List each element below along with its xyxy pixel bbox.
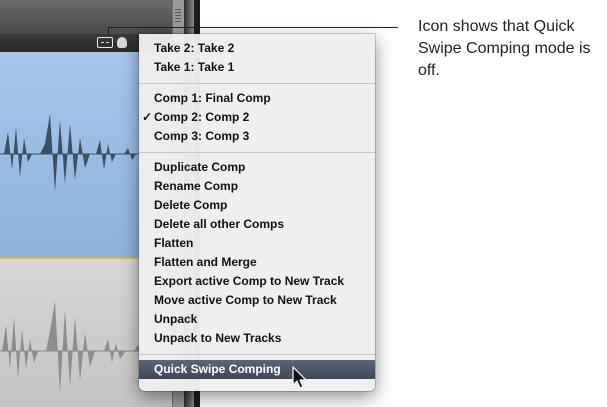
menu-item-comp-1[interactable]: Comp 1: Final Comp: [139, 89, 375, 108]
menu-item-label: Comp 1: Final Comp: [154, 91, 271, 105]
menu-item-label: Export active Comp to New Track: [154, 274, 345, 288]
mouse-pointer-icon: [292, 366, 307, 389]
menu-item-label: Delete Comp: [154, 198, 228, 212]
track-header-bar: [0, 0, 185, 34]
menu-item-take-2[interactable]: Take 2: Take 2: [139, 39, 375, 58]
menu-item-label: Comp 2: Comp 2: [154, 110, 250, 124]
callout-annotation: Icon shows that Quick Swipe Comping mode…: [418, 18, 591, 79]
callout-line: [108, 27, 398, 28]
menu-item-duplicate-comp[interactable]: Duplicate Comp: [139, 158, 375, 177]
quick-swipe-comping-off-icon[interactable]: [97, 37, 113, 48]
menu-item-unpack[interactable]: Unpack: [139, 310, 375, 329]
callout-pointer: [108, 27, 109, 35]
menu-item-export-active-comp[interactable]: Export active Comp to New Track: [139, 272, 375, 291]
menu-item-move-active-comp[interactable]: Move active Comp to New Track: [139, 291, 375, 310]
menu-item-unpack-to-new-tracks[interactable]: Unpack to New Tracks: [139, 329, 375, 348]
menu-item-comp-3[interactable]: Comp 3: Comp 3: [139, 127, 375, 146]
menu-item-delete-comp[interactable]: Delete Comp: [139, 196, 375, 215]
menu-item-flatten-and-merge[interactable]: Flatten and Merge: [139, 253, 375, 272]
menu-item-label: Move active Comp to New Track: [154, 293, 337, 307]
menu-item-label: Take 1: Take 1: [154, 60, 235, 74]
menu-separator: [139, 152, 375, 153]
menu-item-label: Duplicate Comp: [154, 160, 246, 174]
menu-item-quick-swipe-comping[interactable]: Quick Swipe Comping: [139, 360, 375, 379]
menu-item-label: Flatten: [154, 236, 194, 250]
menu-separator: [139, 83, 375, 84]
menu-item-rename-comp[interactable]: Rename Comp: [139, 177, 375, 196]
menu-item-flatten[interactable]: Flatten: [139, 234, 375, 253]
menu-item-label: Delete all other Comps: [154, 217, 285, 231]
checkmark-icon: ✓: [142, 110, 153, 124]
menu-item-label: Unpack to New Tracks: [154, 331, 282, 345]
scrollbar-grip[interactable]: [175, 9, 181, 23]
take-folder-icon[interactable]: [117, 37, 127, 48]
menu-item-comp-2[interactable]: ✓ Comp 2: Comp 2: [139, 108, 375, 127]
menu-item-label: Comp 3: Comp 3: [154, 129, 250, 143]
menu-item-take-1[interactable]: Take 1: Take 1: [139, 58, 375, 77]
menu-item-delete-all-other-comps[interactable]: Delete all other Comps: [139, 215, 375, 234]
menu-item-label: Unpack: [154, 312, 198, 326]
menu-item-label: Take 2: Take 2: [154, 41, 235, 55]
menu-separator: [139, 354, 375, 355]
take-folder-context-menu: Take 2: Take 2 Take 1: Take 1 Comp 1: Fi…: [139, 34, 375, 391]
menu-item-label: Quick Swipe Comping: [154, 362, 281, 376]
menu-item-label: Rename Comp: [154, 179, 239, 193]
menu-item-label: Flatten and Merge: [154, 255, 257, 269]
